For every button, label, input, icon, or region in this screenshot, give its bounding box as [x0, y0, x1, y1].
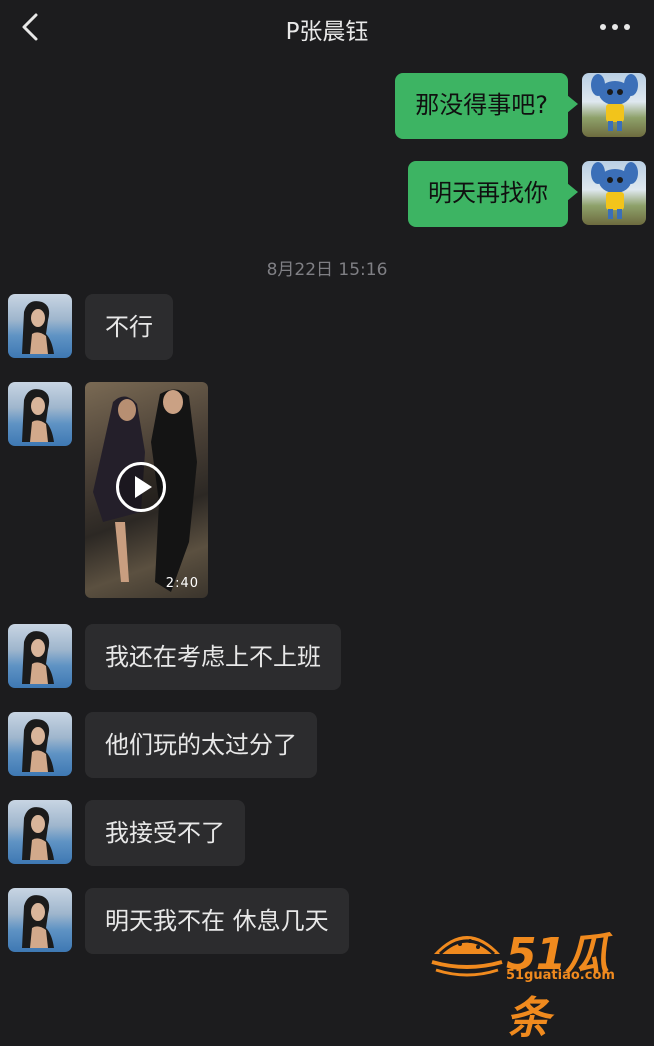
- my-avatar[interactable]: [582, 73, 646, 137]
- person-avatar-icon: [22, 631, 54, 684]
- received-message-bubble[interactable]: 他们玩的太过分了: [85, 712, 317, 778]
- contact-avatar[interactable]: [8, 382, 72, 446]
- sent-message-bubble[interactable]: 明天再找你: [408, 161, 578, 227]
- received-message-bubble[interactable]: 不行: [85, 294, 173, 360]
- contact-avatar[interactable]: [8, 712, 72, 776]
- person-avatar-icon: [22, 389, 54, 442]
- person-avatar-icon: [22, 807, 54, 860]
- received-message-bubble[interactable]: 明天我不在 休息几天: [85, 888, 349, 954]
- message-timestamp: 8月22日 15:16: [266, 260, 388, 280]
- contact-avatar[interactable]: [8, 624, 72, 688]
- person-avatar-icon: [22, 719, 54, 772]
- received-message-bubble[interactable]: 我还在考虑上不上班: [85, 624, 341, 690]
- my-avatar[interactable]: [582, 161, 646, 225]
- contact-avatar[interactable]: [8, 888, 72, 952]
- person-avatar-icon: [22, 895, 54, 948]
- sent-message-bubble[interactable]: 那没得事吧?: [395, 73, 578, 139]
- contact-avatar[interactable]: [8, 800, 72, 864]
- chat-header: P张晨钰: [0, 0, 654, 58]
- more-options-button[interactable]: [598, 14, 632, 40]
- chat-title: P张晨钰: [285, 19, 369, 45]
- video-duration: 2:40: [165, 576, 199, 591]
- mascot-avatar-icon: [591, 162, 638, 219]
- watermark-domain: 51guatiao.com: [506, 968, 615, 983]
- person-avatar-icon: [22, 301, 54, 354]
- watermark-logo: 51瓜条 51guatiao.com: [430, 918, 640, 1044]
- received-message-bubble[interactable]: 我接受不了: [85, 800, 245, 866]
- play-icon[interactable]: [116, 462, 166, 512]
- contact-avatar[interactable]: [8, 294, 72, 358]
- mascot-avatar-icon: [591, 74, 638, 131]
- video-message[interactable]: 2:40: [85, 382, 208, 598]
- watermelon-logo-icon: [431, 936, 503, 977]
- more-dots-icon: [600, 24, 630, 30]
